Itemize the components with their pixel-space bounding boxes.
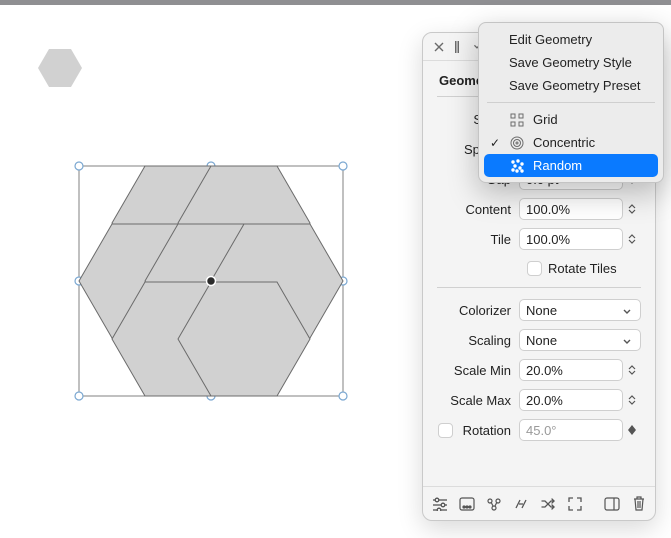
canvas-svg (10, 10, 410, 530)
tile-stepper[interactable] (627, 229, 641, 249)
nodes-icon[interactable] (485, 495, 502, 513)
content-stepper[interactable] (627, 199, 641, 219)
tile-field[interactable]: 100.0% (519, 228, 623, 250)
random-icon (509, 158, 525, 174)
row-scale-max: Scale Max 20.0% (437, 386, 641, 414)
tile-value: 100.0% (526, 232, 570, 247)
handle-nw[interactable] (75, 162, 83, 170)
scale-max-field[interactable]: 20.0% (519, 389, 623, 411)
concentric-icon (509, 135, 525, 151)
row-colorizer: Colorizer None (437, 296, 641, 324)
label-scaling: Scaling (437, 333, 519, 348)
window-titlebar-strip (0, 0, 671, 5)
rotation-stepper[interactable] (627, 420, 641, 440)
menu-concentric[interactable]: ✓ Concentric (479, 131, 663, 154)
menu-save-geometry-preset[interactable]: Save Geometry Preset (479, 74, 663, 97)
row-scaling: Scaling None (437, 326, 641, 354)
pin-icon[interactable] (451, 41, 463, 53)
content-field[interactable]: 100.0% (519, 198, 623, 220)
sliders-icon[interactable] (431, 495, 448, 513)
menu-edit-geometry[interactable]: Edit Geometry (479, 28, 663, 51)
menu-item-label: Concentric (533, 135, 649, 150)
grid-icon (509, 112, 525, 128)
rotate-tiles-checkbox[interactable] (527, 261, 542, 276)
scale-min-stepper[interactable] (627, 360, 641, 380)
canvas[interactable] (10, 10, 410, 530)
chevron-down-icon (620, 333, 634, 348)
close-icon[interactable] (433, 41, 445, 53)
label-colorizer: Colorizer (437, 303, 519, 318)
align-icon[interactable] (458, 495, 475, 513)
content-value: 100.0% (526, 202, 570, 217)
label-rotation: Rotation (457, 423, 519, 438)
scaling-select[interactable]: None (519, 329, 641, 351)
rotate-tiles-label: Rotate Tiles (548, 261, 617, 276)
scale-max-value: 20.0% (526, 393, 563, 408)
shuffle-icon[interactable] (539, 495, 556, 513)
menu-item-label: Edit Geometry (509, 32, 649, 47)
rotation-checkbox[interactable] (438, 423, 453, 438)
check-icon: ✓ (489, 136, 501, 150)
divider (437, 287, 641, 288)
shape-hexagon-small[interactable] (38, 49, 82, 87)
label-scale-max: Scale Max (437, 393, 519, 408)
center-anchor[interactable] (207, 277, 216, 286)
handle-ne[interactable] (339, 162, 347, 170)
expand-icon[interactable] (566, 495, 583, 513)
sidebar-icon[interactable] (603, 495, 620, 513)
row-rotate-tiles: Rotate Tiles (437, 255, 641, 281)
colorizer-select[interactable]: None (519, 299, 641, 321)
scale-min-field[interactable]: 20.0% (519, 359, 623, 381)
inspector-toolbar (423, 486, 655, 520)
chevron-down-icon (620, 303, 634, 318)
label-scale-min: Scale Min (437, 363, 519, 378)
menu-save-geometry-style[interactable]: Save Geometry Style (479, 51, 663, 74)
rotation-field[interactable]: 45.0° (519, 419, 623, 441)
scaling-value: None (526, 333, 557, 348)
handle-se[interactable] (339, 392, 347, 400)
context-menu: Edit Geometry Save Geometry Style Save G… (478, 22, 664, 183)
break-icon[interactable] (512, 495, 529, 513)
scale-max-stepper[interactable] (627, 390, 641, 410)
menu-item-label: Save Geometry Preset (509, 78, 649, 93)
scale-min-value: 20.0% (526, 363, 563, 378)
rotation-value: 45.0° (526, 423, 557, 438)
row-content: Content 100.0% (437, 195, 641, 223)
menu-random[interactable]: Random (484, 154, 658, 177)
label-tile: Tile (437, 232, 519, 247)
menu-separator (487, 102, 655, 103)
hexagon-tile-group[interactable] (79, 166, 343, 396)
colorizer-value: None (526, 303, 557, 318)
menu-item-label: Save Geometry Style (509, 55, 649, 70)
row-tile: Tile 100.0% (437, 225, 641, 253)
menu-item-label: Grid (533, 112, 649, 127)
row-rotation: Rotation 45.0° (437, 416, 641, 444)
label-content: Content (437, 202, 519, 217)
row-scale-min: Scale Min 20.0% (437, 356, 641, 384)
menu-item-label: Random (533, 158, 649, 173)
trash-icon[interactable] (630, 495, 647, 513)
menu-grid[interactable]: Grid (479, 108, 663, 131)
handle-sw[interactable] (75, 392, 83, 400)
